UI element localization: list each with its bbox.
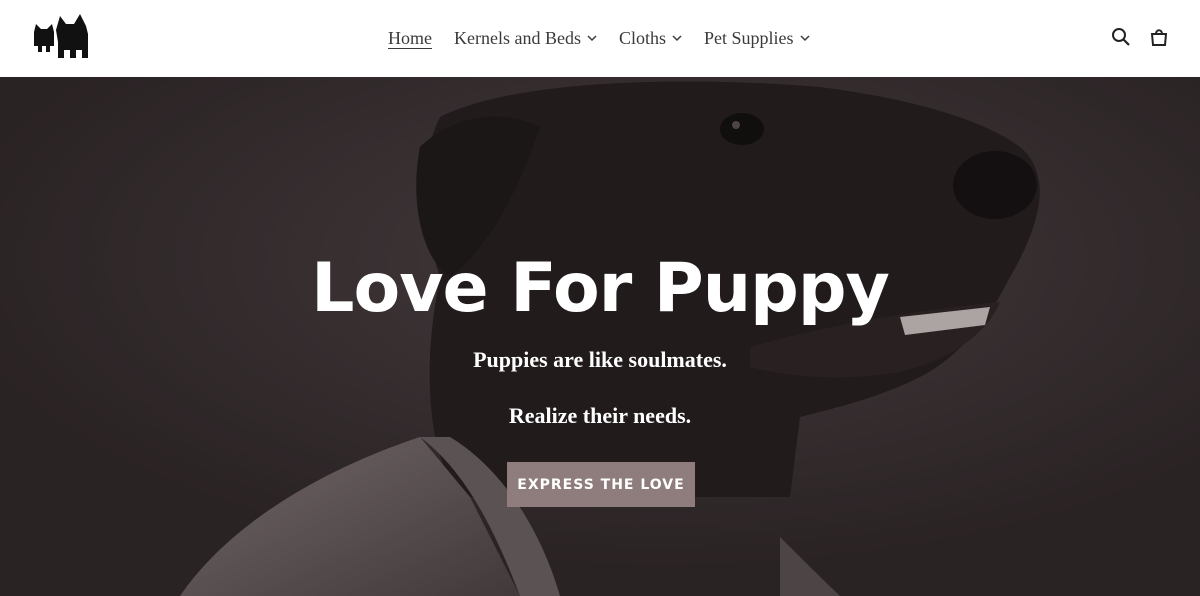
cart-icon[interactable]	[1148, 26, 1170, 48]
hero-title: Love For Puppy	[311, 249, 890, 328]
nav-label: Cloths	[618, 27, 666, 48]
nav-item-home[interactable]: Home	[388, 28, 432, 49]
nav-label: Pet Supplies	[703, 27, 794, 48]
nav-label: Kernels and Beds	[454, 27, 581, 48]
cat-and-dog-logo-icon[interactable]	[32, 12, 90, 60]
chevron-down-icon	[672, 35, 682, 42]
nav-item-pet-supplies[interactable]: Pet Supplies	[704, 28, 810, 49]
hero-subtitle: Realize their needs.	[508, 403, 692, 428]
site-header: Home Kernels and Beds Cloths Pet Supplie…	[0, 0, 1200, 77]
hero-subtitle: Puppies are like soulmates.	[473, 347, 727, 372]
nav-item-kernels-and-beds[interactable]: Kernels and Beds	[454, 28, 597, 49]
header-icons	[1094, 26, 1170, 48]
chevron-down-icon	[799, 35, 810, 42]
nav-label: Home	[388, 27, 432, 48]
nav-item-cloths[interactable]: Cloths	[619, 28, 682, 49]
hero-overlay	[0, 77, 1200, 596]
chevron-down-icon	[587, 35, 597, 42]
hero-banner: Love For Puppy Puppies are like soulmate…	[0, 77, 1200, 596]
express-the-love-button[interactable]: EXPRESS THE LOVE	[507, 462, 695, 507]
search-icon[interactable]	[1110, 26, 1132, 48]
main-nav: Home Kernels and Beds Cloths Pet Supplie…	[388, 26, 832, 50]
